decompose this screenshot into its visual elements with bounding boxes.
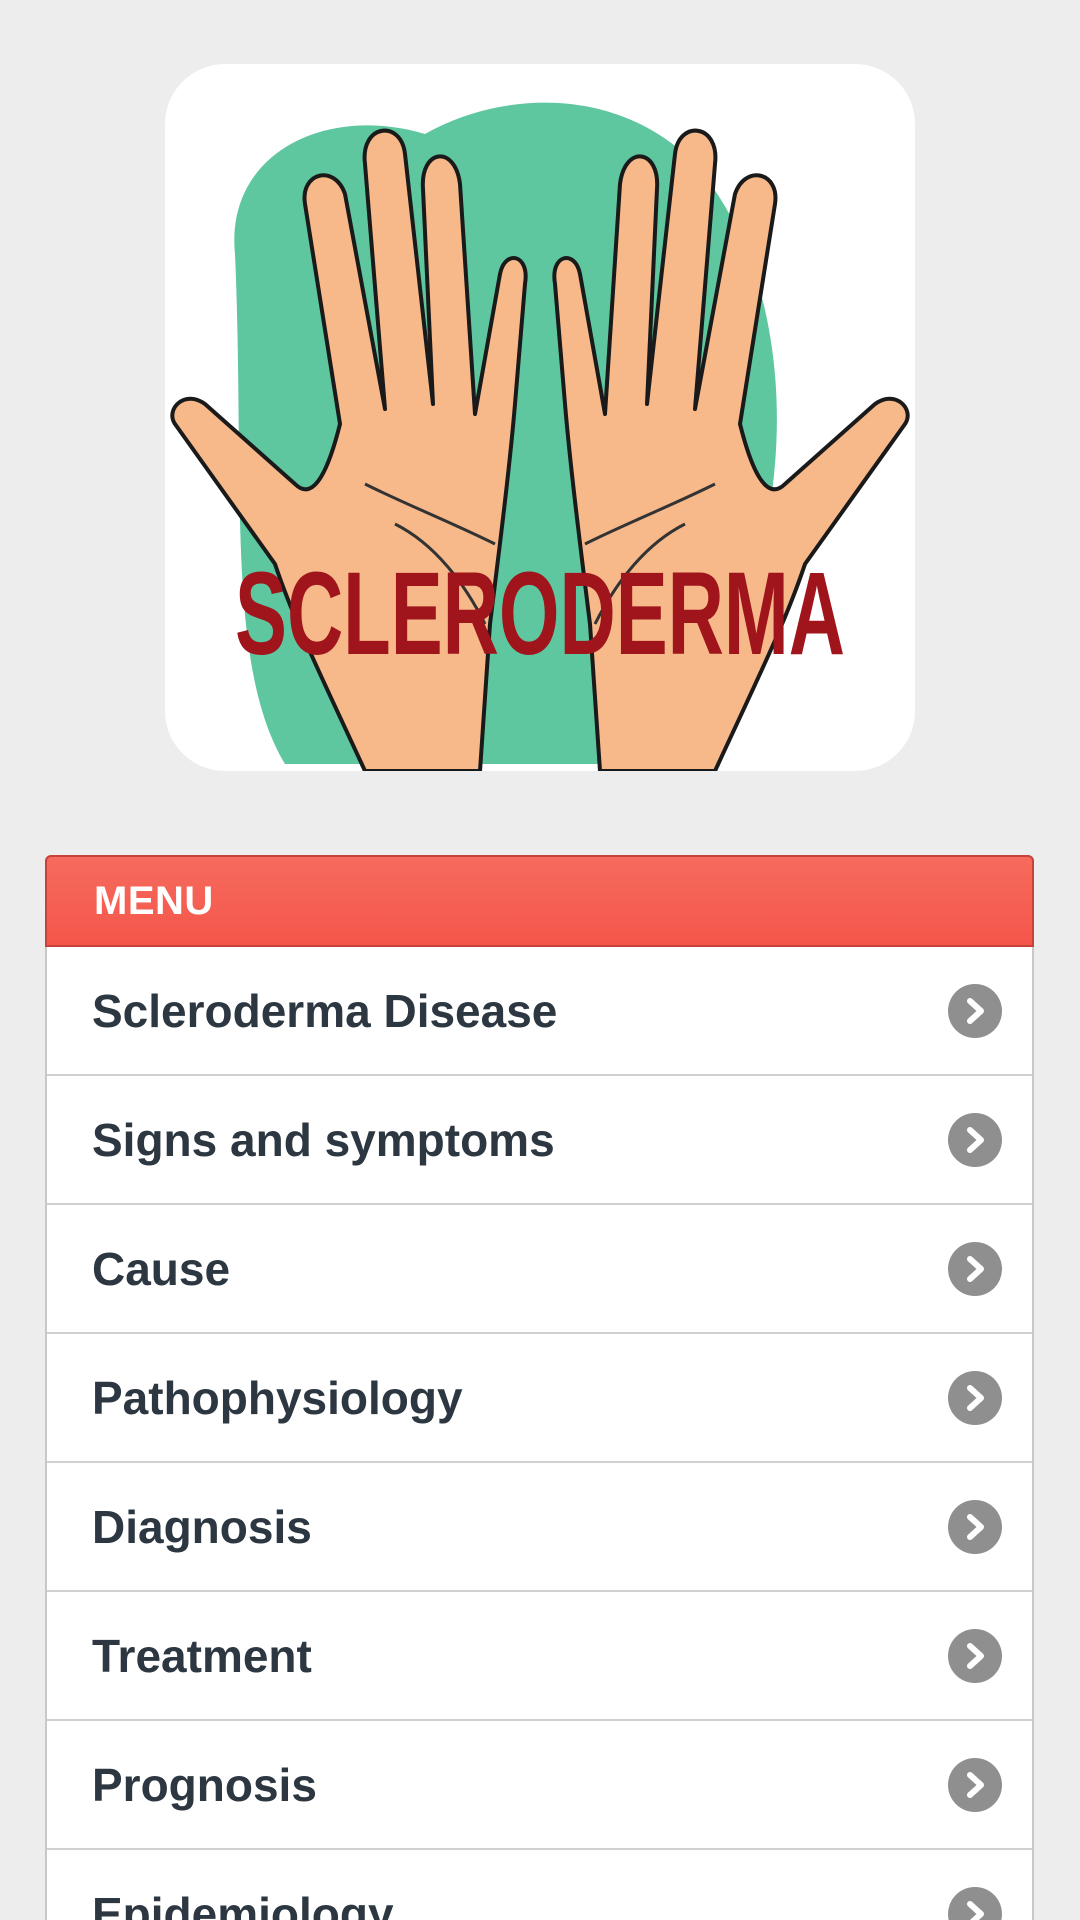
menu-item-label: Scleroderma Disease [92,984,558,1037]
menu-item-label: Cause [92,1242,231,1295]
scleroderma-logo-image: SCLERODERMA [165,64,915,771]
menu-item-epidemiology[interactable]: Epidemiology [47,1850,1032,1920]
chevron-right-icon [948,1241,1002,1296]
menu-header: MENU [45,855,1034,947]
menu-item-label: Diagnosis [92,1500,312,1553]
chevron-right-icon [948,1499,1002,1554]
chevron-right-icon [948,983,1002,1038]
chevron-right-icon [948,1886,1002,1920]
menu-item-prognosis[interactable]: Prognosis [47,1721,1032,1850]
chevron-right-icon [948,1628,1002,1683]
menu-panel: MENU Scleroderma Disease Signs and sympt… [45,855,1034,1920]
menu-item-label: Signs and symptoms [92,1113,555,1166]
menu-item-label: Epidemiology [92,1887,394,1920]
menu-item-label: Treatment [92,1629,312,1682]
chevron-right-icon [948,1370,1002,1425]
menu-item-diagnosis[interactable]: Diagnosis [47,1463,1032,1592]
menu-item-label: Prognosis [92,1758,317,1811]
menu-item-cause[interactable]: Cause [47,1205,1032,1334]
chevron-right-icon [948,1112,1002,1167]
menu-item-signs-and-symptoms[interactable]: Signs and symptoms [47,1076,1032,1205]
app-screen: SCLERODERMA MENU Scleroderma Disease Sig… [0,0,1080,1920]
menu-item-label: Pathophysiology [92,1371,463,1424]
logo-text: SCLERODERMA [235,548,845,680]
hands-illustration: SCLERODERMA [170,102,910,771]
menu-item-treatment[interactable]: Treatment [47,1592,1032,1721]
menu-item-pathophysiology[interactable]: Pathophysiology [47,1334,1032,1463]
chevron-right-icon [948,1757,1002,1812]
menu-title: MENU [94,878,214,923]
menu-item-scleroderma-disease[interactable]: Scleroderma Disease [47,947,1032,1076]
